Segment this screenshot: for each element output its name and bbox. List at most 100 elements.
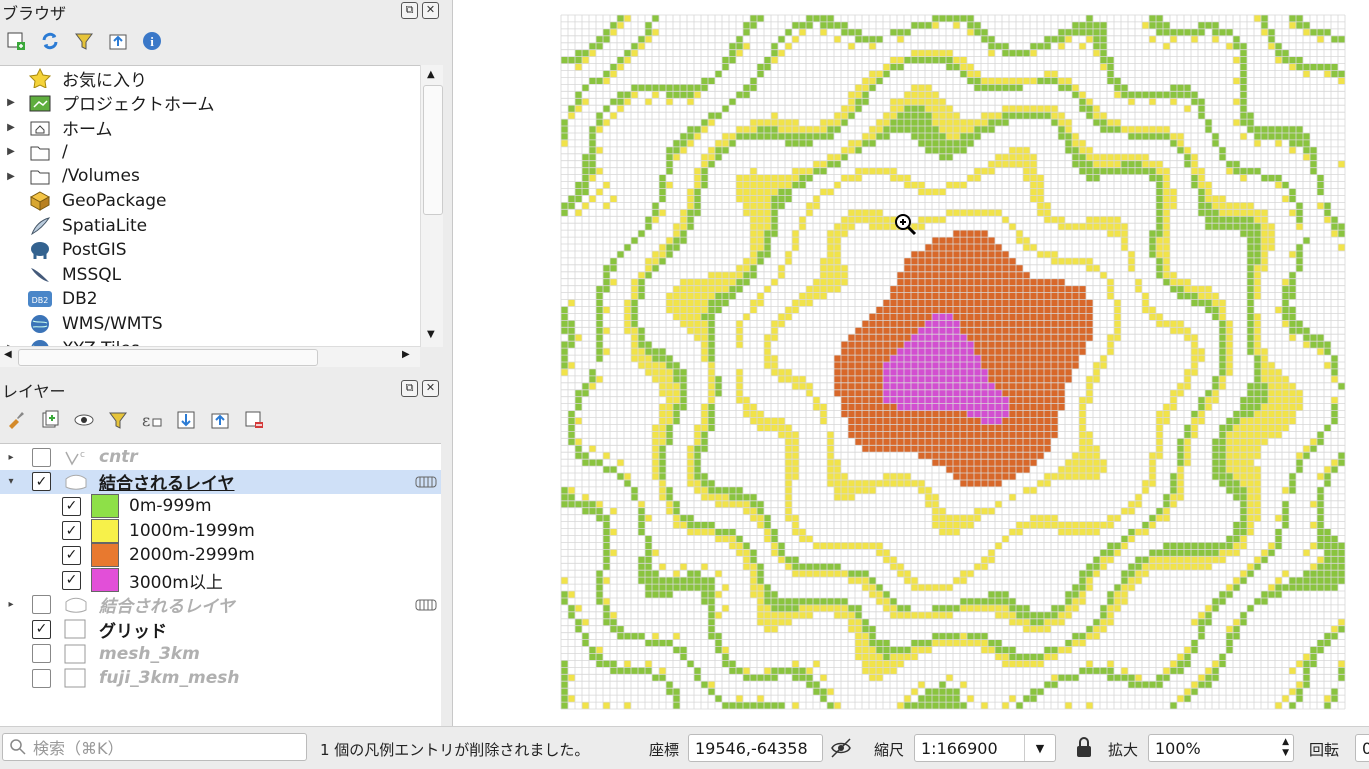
scroll-thumb[interactable] — [423, 85, 443, 215]
grid-cell — [722, 285, 729, 293]
expand-arrow-icon[interactable]: ▶ — [0, 122, 22, 133]
chevron-down-icon[interactable]: ▼ — [1024, 735, 1055, 761]
grid-cell — [1149, 15, 1156, 22]
add-group-icon[interactable] — [38, 408, 62, 432]
toggle-extents-icon[interactable] — [829, 737, 853, 764]
expand-arrow-icon[interactable]: ▸ — [0, 599, 22, 610]
grid-cell — [1009, 653, 1016, 661]
collapse-all-icon[interactable] — [106, 29, 130, 53]
browser-item[interactable]: MSSQL — [0, 263, 121, 287]
collapse-all-icon[interactable] — [208, 408, 232, 432]
grid-cell — [701, 591, 708, 598]
refresh-icon[interactable] — [38, 29, 62, 53]
browser-item[interactable]: GeoPackage — [0, 189, 167, 213]
undock-button[interactable]: ⧉ — [401, 380, 418, 397]
layer-row[interactable]: ▸ c cntr — [0, 445, 441, 469]
visibility-checkbox[interactable]: ✓ — [32, 619, 51, 639]
grid-cell — [1121, 153, 1128, 161]
browser-item[interactable]: ▶/Volumes — [0, 164, 140, 188]
legend-entry[interactable]: ✓ 1000m-1999m — [0, 518, 441, 543]
grid-cell — [1331, 632, 1338, 640]
grid-cell — [1219, 375, 1226, 383]
expand-arrow-icon[interactable]: ▶ — [0, 97, 22, 108]
expand-arrow-icon[interactable]: ▶ — [0, 146, 22, 157]
spin-arrows-icon[interactable]: ▲ ▼ — [1282, 737, 1289, 759]
add-layer-icon[interactable] — [4, 29, 28, 53]
hscroll-thumb[interactable] — [18, 349, 318, 366]
grid-cell — [1030, 396, 1037, 404]
browser-item[interactable]: WMS/WMTS — [0, 312, 163, 336]
expand-arrow-icon[interactable]: ▾ — [0, 476, 22, 487]
remove-layer-icon[interactable] — [242, 408, 266, 432]
style-brush-icon[interactable] — [4, 408, 28, 432]
grid-cell — [995, 362, 1002, 369]
grid-cell — [1191, 688, 1198, 696]
expand-all-icon[interactable] — [174, 408, 198, 432]
scroll-up-arrow-icon[interactable]: ▲ — [427, 69, 435, 80]
scale-combobox[interactable]: 1:166900 ▼ — [914, 734, 1056, 762]
grid-cell — [722, 292, 729, 300]
browser-item[interactable]: お気に入り — [0, 66, 147, 91]
scroll-left-arrow-icon[interactable]: ◀ — [4, 349, 12, 360]
expand-arrow-icon[interactable]: ▸ — [0, 452, 22, 463]
legend-entry[interactable]: ✓ 3000m以上 — [0, 568, 441, 593]
grid-cell — [1331, 625, 1338, 633]
browser-item[interactable]: ▶ / — [0, 140, 68, 164]
lock-icon[interactable] — [1074, 736, 1094, 765]
browser-tree[interactable]: お気に入り ▶ プロジェクトホーム ▶ ホーム ▶ / ▶/Volumes GeoPackage… — [0, 65, 420, 348]
panel-splitter[interactable] — [443, 0, 451, 726]
browser-item[interactable]: ▶ ホーム — [0, 115, 112, 140]
visibility-checkbox[interactable] — [32, 447, 51, 467]
close-panel-button[interactable]: ✕ — [422, 380, 439, 397]
visibility-eye-icon[interactable] — [72, 408, 96, 432]
layer-row[interactable]: mesh_3km — [0, 642, 441, 666]
grid-cell — [848, 223, 855, 231]
layer-indicator-icon[interactable] — [415, 474, 437, 494]
grid-cell — [960, 480, 967, 487]
grid-cell — [897, 403, 904, 411]
grid-cell — [1219, 368, 1226, 376]
visibility-checkbox[interactable] — [32, 668, 51, 688]
grid-cell — [792, 674, 799, 682]
grid-cell — [1030, 49, 1037, 57]
browser-item[interactable]: ▶ プロジェクトホーム — [0, 91, 215, 115]
layer-row[interactable]: ▾ ✓ 結合されるレイヤ — [0, 469, 441, 494]
visibility-checkbox[interactable]: ✓ — [32, 472, 51, 492]
magnifier-spinbox[interactable]: 100% ▲ ▼ — [1148, 734, 1294, 762]
browser-item[interactable]: DB2 DB2 — [0, 287, 98, 311]
search-input[interactable]: 検索（⌘K） — [2, 733, 307, 761]
visibility-checkbox[interactable]: ✓ — [62, 496, 81, 516]
browser-vertical-scrollbar[interactable]: ▲ ▼ — [420, 65, 443, 347]
layer-row[interactable]: ✓ グリッド — [0, 617, 441, 642]
visibility-checkbox[interactable] — [32, 595, 51, 615]
info-icon[interactable]: i — [140, 29, 164, 53]
expand-arrow-icon[interactable]: ▶ — [0, 171, 22, 182]
filter-icon[interactable] — [72, 29, 96, 53]
grid-cell — [946, 438, 953, 446]
filter-icon[interactable] — [106, 408, 130, 432]
grid-cell — [659, 674, 666, 682]
coordinate-field[interactable]: 19546,-64358 — [688, 734, 823, 762]
layer-indicator-icon[interactable] — [415, 597, 437, 617]
visibility-checkbox[interactable] — [32, 644, 51, 664]
expression-filter-icon[interactable]: ε — [140, 408, 164, 432]
grid-cell — [960, 604, 967, 612]
legend-entry[interactable]: ✓ 2000m-2999m — [0, 543, 441, 568]
layer-row[interactable]: ▸ 結合されるレイヤ — [0, 593, 441, 617]
close-panel-button[interactable]: ✕ — [422, 2, 439, 19]
browser-item[interactable]: SpatiaLite — [0, 214, 147, 238]
visibility-checkbox[interactable]: ✓ — [62, 521, 81, 541]
map-canvas[interactable] — [452, 0, 1369, 726]
scroll-right-arrow-icon[interactable]: ▶ — [402, 349, 410, 360]
grid-cell — [1268, 410, 1275, 418]
visibility-checkbox[interactable]: ✓ — [62, 545, 81, 565]
visibility-checkbox[interactable]: ✓ — [62, 570, 81, 590]
layer-row[interactable]: fuji_3km_mesh — [0, 666, 441, 690]
browser-horizontal-scrollbar[interactable]: ◀ ▶ — [0, 346, 420, 367]
legend-entry[interactable]: ✓ 0m-999m — [0, 494, 441, 519]
scroll-down-arrow-icon[interactable]: ▼ — [427, 329, 435, 340]
rotation-field[interactable]: 0 — [1355, 734, 1369, 762]
undock-button[interactable]: ⧉ — [401, 2, 418, 19]
browser-item[interactable]: PostGIS — [0, 238, 127, 262]
layers-tree[interactable]: ▸ c cntr ▾ ✓ 結合されるレイヤ ✓ 0m-999m ✓ 1000m-1999m ✓ 200… — [0, 443, 441, 727]
